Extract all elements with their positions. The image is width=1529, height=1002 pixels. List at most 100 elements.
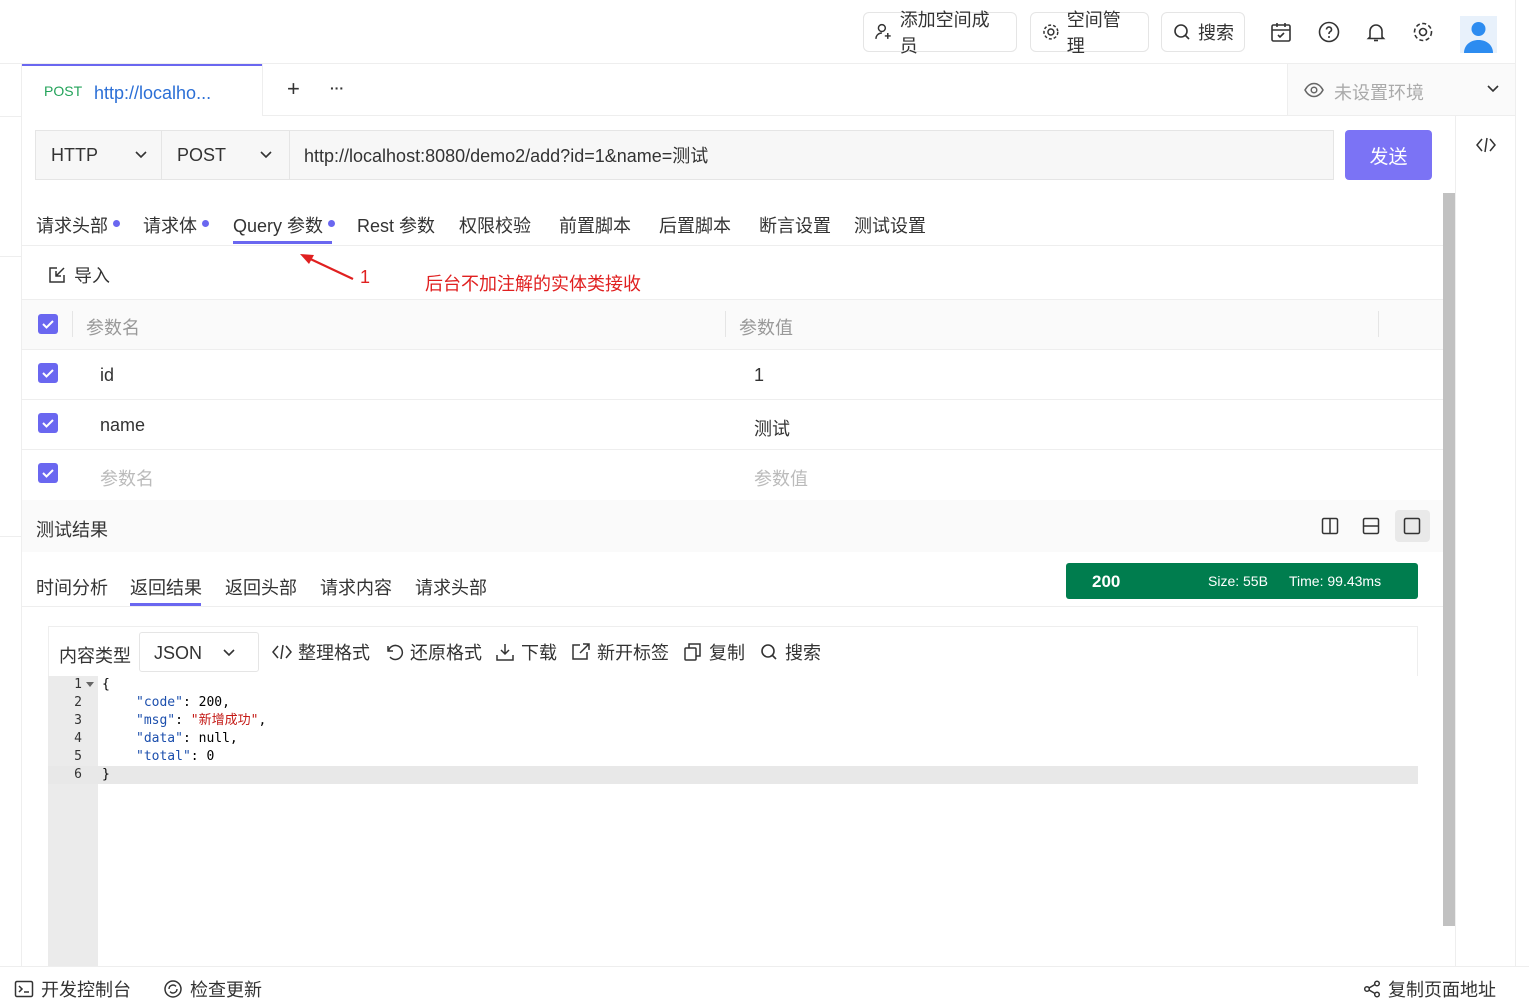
response-search-button[interactable]: 搜索 [759, 639, 821, 665]
tab-method: POST [44, 83, 83, 99]
param-value-cell[interactable]: 测试 [754, 415, 790, 441]
tab-time-analysis[interactable]: 时间分析 [36, 574, 108, 600]
format-button[interactable]: 整理格式 [272, 639, 370, 665]
code-line: 2 "code": 200, [48, 694, 1418, 712]
param-checkbox[interactable] [38, 363, 58, 383]
param-name-cell[interactable]: name [100, 415, 145, 436]
url-value: http://localhost:8080/demo2/add?id=1&nam… [304, 146, 709, 166]
more-tabs-button[interactable]: ··· [330, 80, 344, 96]
import-icon [49, 267, 65, 283]
split-horizontal-icon[interactable] [1362, 517, 1380, 535]
code-line: 6 } [48, 766, 1418, 784]
copy-icon [684, 643, 701, 661]
line-number: 1 [74, 677, 82, 692]
avatar[interactable] [1460, 16, 1497, 53]
select-all-checkbox[interactable] [38, 314, 58, 334]
dot-indicator [202, 220, 209, 227]
json-key: "total" [136, 749, 191, 764]
json-key: "data" [136, 731, 183, 746]
code-text: { [102, 677, 110, 692]
environment-selector[interactable]: 未设置环境 [1287, 64, 1515, 116]
import-label: 导入 [74, 266, 110, 286]
param-name-cell[interactable]: id [100, 365, 114, 386]
send-button[interactable]: 发送 [1345, 130, 1432, 180]
restore-button[interactable]: 还原格式 [384, 639, 482, 665]
tab-headers[interactable]: 请求头部 [36, 212, 120, 238]
param-checkbox[interactable] [38, 413, 58, 433]
check-icon [42, 369, 54, 378]
share-icon [1363, 980, 1381, 998]
right-panel [1455, 116, 1515, 966]
gear-icon [1043, 24, 1059, 40]
param-name-header: 参数名 [86, 318, 140, 338]
active-request-tab[interactable]: POST http://localho... [22, 64, 262, 116]
check-icon [42, 469, 54, 478]
tab-test-settings[interactable]: 测试设置 [854, 212, 926, 238]
check-update-button[interactable]: 检查更新 [163, 976, 262, 1002]
annotation-number: 1 [360, 267, 371, 287]
tab-assertions[interactable]: 断言设置 [759, 212, 831, 238]
method-value: POST [177, 144, 227, 165]
param-checkbox[interactable] [38, 463, 58, 483]
help-icon[interactable] [1317, 20, 1341, 44]
protocol-select[interactable]: HTTP [35, 130, 162, 180]
add-user-icon [875, 23, 891, 39]
new-tab-button[interactable]: 新开标签 [571, 639, 669, 665]
download-button[interactable]: 下载 [495, 639, 557, 665]
code-line: 3 "msg": "新增成功", [48, 712, 1418, 730]
tab-pre-script[interactable]: 前置脚本 [559, 212, 631, 238]
content-type-select[interactable]: JSON [139, 632, 259, 672]
devtools-button[interactable]: 开发控制台 [14, 976, 131, 1002]
response-size: Size: 55B [1208, 573, 1268, 589]
env-label: 未设置环境 [1334, 83, 1424, 103]
code-text: "data": null, [136, 730, 238, 748]
user-avatar-icon [1464, 22, 1493, 53]
calendar-icon[interactable] [1269, 20, 1293, 44]
import-button[interactable]: 导入 [48, 262, 110, 288]
annotation-arrow [300, 254, 354, 280]
single-pane-button[interactable] [1395, 510, 1430, 542]
copy-url-button[interactable]: 复制页面地址 [1363, 976, 1496, 1002]
test-result-title: 测试结果 [36, 520, 108, 540]
scrollbar-thumb[interactable] [1443, 193, 1455, 926]
method-select[interactable]: POST [161, 130, 290, 180]
tab-response-headers[interactable]: 返回头部 [225, 574, 297, 600]
tab-body[interactable]: 请求体 [143, 212, 209, 238]
json-string: "新增成功" [190, 713, 259, 728]
add-member-button[interactable]: 添加空间成员 [863, 10, 1017, 56]
tab-request-content[interactable]: 请求内容 [320, 574, 392, 600]
copy-button[interactable]: 复制 [683, 639, 745, 665]
content-type-label: 内容类型 [59, 646, 131, 666]
settings-icon[interactable] [1411, 20, 1435, 44]
split-vertical-icon[interactable] [1321, 517, 1339, 535]
code-text: "msg": "新增成功", [136, 712, 266, 730]
eye-icon [1304, 82, 1324, 98]
status-badge: 200 Size: 55B Time: 99.43ms [1066, 563, 1418, 599]
add-tab-button[interactable]: + [287, 76, 300, 102]
single-pane-icon [1403, 517, 1421, 535]
dot-indicator [113, 220, 120, 227]
tab-query-params[interactable]: Query 参数 [233, 212, 336, 238]
tab-request-headers[interactable]: 请求头部 [415, 574, 487, 600]
url-input[interactable]: http://localhost:8080/demo2/add?id=1&nam… [289, 130, 1334, 180]
chevron-down-icon [1487, 85, 1499, 93]
fold-arrow-icon[interactable] [86, 682, 94, 687]
tab-rest-params[interactable]: Rest 参数 [357, 212, 435, 238]
bell-icon[interactable] [1364, 20, 1388, 44]
check-icon [42, 320, 54, 329]
param-name-placeholder[interactable]: 参数名 [100, 465, 154, 491]
code-icon[interactable] [1476, 136, 1496, 154]
tab-auth[interactable]: 权限校验 [459, 212, 531, 238]
chevron-down-icon [135, 151, 147, 159]
tab-post-script[interactable]: 后置脚本 [659, 212, 731, 238]
top-search-button[interactable]: 搜索 [1161, 12, 1245, 52]
tab-label: 请求体 [143, 216, 197, 236]
param-value-cell[interactable]: 1 [754, 365, 764, 386]
tab-response-body[interactable]: 返回结果 [130, 574, 202, 600]
bottom-status-bar: 开发控制台 检查更新 复制页面地址 [0, 966, 1529, 1002]
tab-title: http://localho... [94, 83, 212, 103]
param-value-placeholder[interactable]: 参数值 [754, 465, 808, 491]
params-header [22, 300, 1443, 349]
line-number: 4 [74, 731, 82, 746]
space-manage-button[interactable]: 空间管理 [1030, 10, 1149, 56]
